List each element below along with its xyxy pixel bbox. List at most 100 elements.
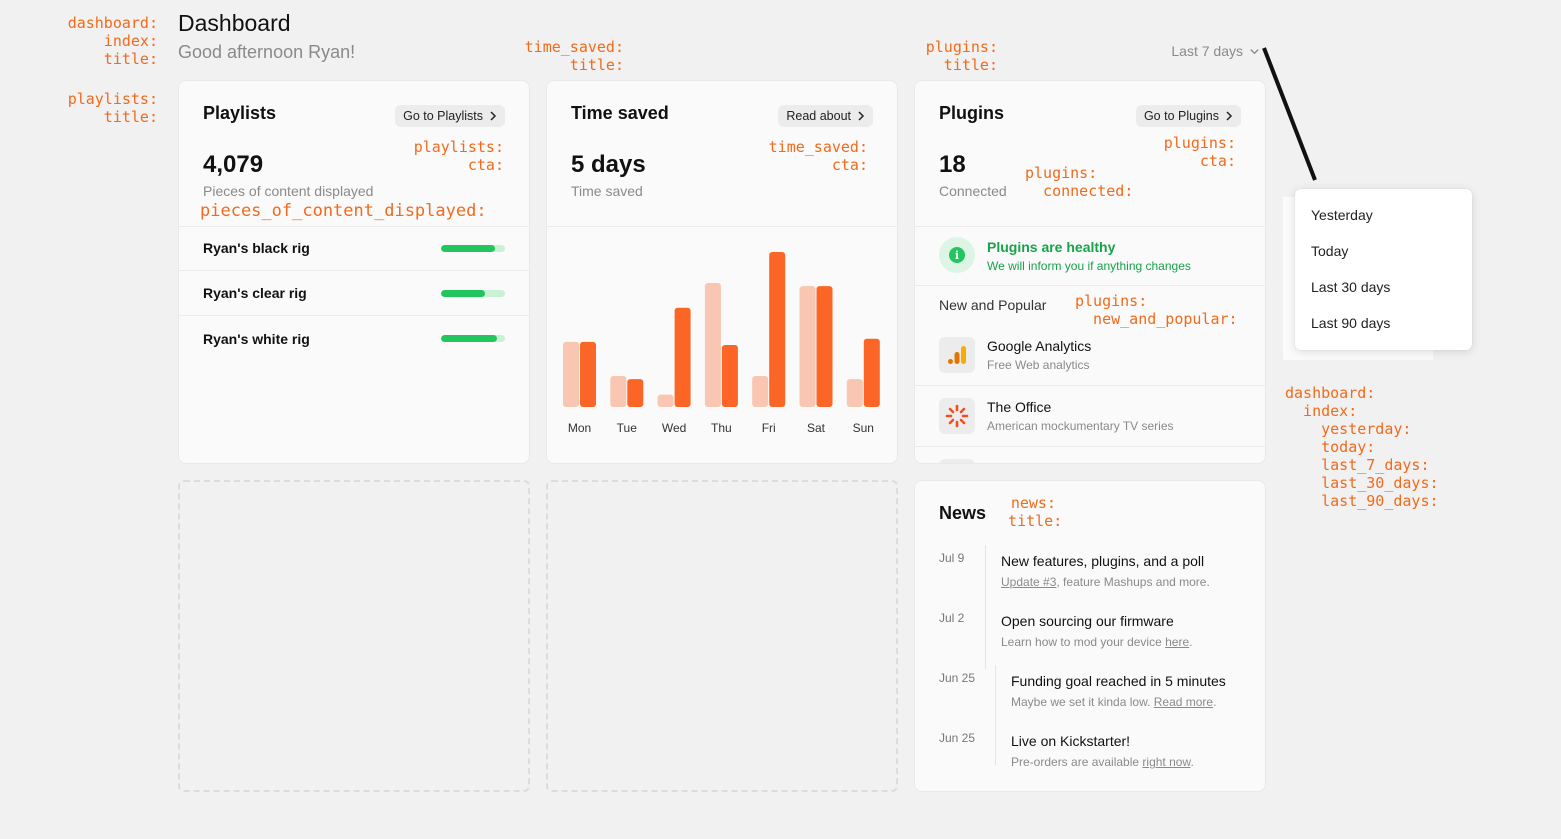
- chart-bar-wed-0: [657, 394, 674, 407]
- rig-row[interactable]: Ryan's white rig: [179, 316, 529, 361]
- rig-row[interactable]: Ryan's clear rig: [179, 271, 529, 316]
- time-saved-value: 5 days: [571, 151, 646, 178]
- date-range-select[interactable]: Last 7 days: [1150, 40, 1260, 62]
- annotation-news-title: news: title:: [1008, 494, 1063, 530]
- chart-bar-fri-0: [752, 376, 769, 407]
- news-body-after: .: [1213, 695, 1217, 709]
- date-range-label: Last 7 days: [1171, 43, 1243, 59]
- x-tick-label: Sun: [853, 421, 874, 435]
- news-date: Jun 25: [939, 731, 976, 745]
- news-body-after: .: [1190, 755, 1194, 769]
- chevron-right-icon: [858, 111, 865, 121]
- chart-bar-sat-0: [799, 286, 816, 407]
- cta-label: Go to Plugins: [1143, 109, 1219, 123]
- x-tick-label: Mon: [568, 421, 591, 435]
- divider: [915, 285, 1265, 286]
- menu-item-last-30-days[interactable]: Last 30 days: [1295, 269, 1472, 305]
- rig-name: Ryan's clear rig: [203, 285, 307, 301]
- news-item: Jul 9 New features, plugins, and a poll …: [915, 545, 1265, 609]
- playlists-caption: Pieces of content displayed: [203, 183, 374, 199]
- plugin-description: American mockumentary TV series: [987, 419, 1174, 433]
- chart-bar-tue-0: [610, 376, 627, 407]
- news-headline[interactable]: Open sourcing our firmware: [1001, 613, 1174, 629]
- chart-bar-wed-1: [674, 307, 691, 407]
- new-and-popular-label: New and Popular: [939, 297, 1047, 313]
- timeline-line: [985, 605, 986, 669]
- rig-progress-bar: [441, 335, 505, 342]
- news-link[interactable]: Read more: [1154, 695, 1213, 709]
- menu-item-yesterday[interactable]: Yesterday: [1295, 197, 1472, 233]
- news-title: News: [939, 503, 987, 523]
- plugin-row-google-analytics[interactable]: Google Analytics Free Web analytics: [915, 325, 1265, 386]
- healthy-subtitle: We will inform you if anything changes: [987, 259, 1191, 273]
- annotation-pieces-of-content: pieces_of_content_displayed:: [200, 201, 487, 221]
- info-icon: i: [939, 237, 975, 273]
- annotation-dashboard-ranges: dashboard: index: yesterday: today: last…: [1285, 384, 1439, 510]
- news-link[interactable]: here: [1165, 635, 1189, 649]
- news-body-before: Learn how to mod your device: [1001, 635, 1166, 649]
- chart-bar-sun-0: [846, 379, 863, 407]
- rig-name: Ryan's black rig: [203, 240, 310, 256]
- news-link[interactable]: Update #3: [1001, 575, 1056, 589]
- news-item: Jun 25 Live on Kickstarter! Pre-orders a…: [915, 725, 1265, 789]
- plugin-icon-partial: [939, 459, 975, 463]
- date-range-menu: Yesterday Today Last 30 days Last 90 day…: [1295, 189, 1472, 350]
- go-to-plugins-button[interactable]: Go to Plugins: [1135, 105, 1241, 127]
- annotation-playlists-cta: playlists: cta:: [413, 138, 504, 174]
- the-office-icon: [939, 398, 975, 434]
- rig-name: Ryan's white rig: [203, 330, 310, 347]
- chevron-right-icon: [490, 111, 497, 121]
- empty-widget-slot: [178, 480, 530, 792]
- annotation-dashboard-title: dashboard: index: title:: [67, 14, 158, 68]
- bar-chart: Mon Tue Wed Thu Fri Sat Sun: [563, 252, 880, 435]
- rig-progress-fill: [441, 335, 498, 342]
- page-title: Dashboard: [178, 10, 291, 36]
- plugins-count: 18: [939, 151, 966, 178]
- chart-bar-tue-1: [627, 379, 644, 407]
- news-body: Update #3, feature Mashups and more.: [1001, 575, 1210, 589]
- playlists-title: Playlists: [203, 103, 277, 123]
- x-tick-label: Thu: [711, 421, 732, 435]
- annotation-plugins-title: plugins: title:: [925, 38, 998, 74]
- chart-bar-fri-1: [769, 252, 786, 407]
- playlists-count: 4,079: [203, 151, 264, 178]
- news-body: Pre-orders are available right now.: [1011, 755, 1194, 769]
- healthy-title: Plugins are healthy: [987, 239, 1116, 255]
- go-to-playlists-button[interactable]: Go to Playlists: [395, 105, 505, 127]
- annotation-plugins-new-and-popular: plugins: new_and_popular:: [1075, 292, 1238, 328]
- cta-label: Go to Playlists: [403, 109, 483, 123]
- x-tick-label: Fri: [762, 421, 776, 435]
- annotation-playlists-title: playlists: title:: [67, 90, 158, 126]
- cta-label: Read about: [786, 109, 851, 123]
- news-date: Jun 25: [939, 671, 976, 685]
- menu-item-today[interactable]: Today: [1295, 233, 1472, 269]
- news-headline[interactable]: Live on Kickstarter!: [1011, 733, 1130, 749]
- timeline-line: [995, 665, 996, 729]
- annotation-plugins-cta: plugins: cta:: [1163, 134, 1236, 170]
- plugin-name: The Office: [987, 399, 1052, 415]
- chart-bar-sat-1: [816, 286, 833, 407]
- chart-bar-mon-0: [563, 341, 579, 407]
- news-card: News Jul 9 New features, plugins, and a …: [914, 480, 1266, 792]
- plugins-caption: Connected: [939, 183, 1007, 199]
- plugin-row-the-office[interactable]: The Office American mockumentary TV seri…: [915, 386, 1265, 447]
- time-saved-title: Time saved: [571, 103, 669, 123]
- annotation-time-saved-title: time_saved: title:: [524, 38, 624, 74]
- timeline-line: [985, 545, 986, 609]
- news-item: Jul 2 Open sourcing our firmware Learn h…: [915, 605, 1265, 669]
- rig-row[interactable]: Ryan's black rig: [179, 226, 529, 271]
- news-link[interactable]: right now: [1142, 755, 1190, 769]
- news-date: Jul 9: [939, 551, 965, 565]
- read-about-button[interactable]: Read about: [778, 105, 873, 127]
- empty-widget-slot: [546, 480, 898, 792]
- news-headline[interactable]: New features, plugins, and a poll: [1001, 553, 1204, 569]
- time-saved-caption: Time saved: [571, 183, 643, 199]
- news-body: Maybe we set it kinda low. Read more.: [1011, 695, 1216, 709]
- chevron-right-icon: [1226, 111, 1233, 121]
- chart-bar-sun-1: [863, 338, 880, 407]
- menu-item-last-90-days[interactable]: Last 90 days: [1295, 305, 1472, 341]
- annotation-time-saved-cta: time_saved: cta:: [768, 138, 868, 174]
- news-body: Learn how to mod your device here.: [1001, 635, 1192, 649]
- plugin-description: Free Web analytics: [987, 358, 1090, 372]
- news-headline[interactable]: Funding goal reached in 5 minutes: [1011, 673, 1226, 689]
